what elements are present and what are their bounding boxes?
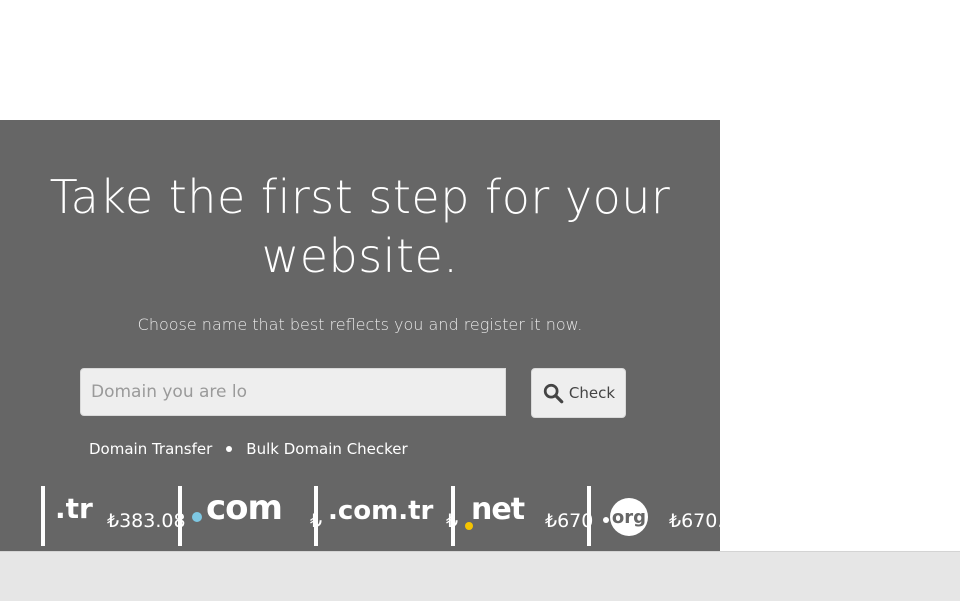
hero-title-line-1: Take the first step for your [49,170,671,224]
domain-search-hero: Take the first step for your website. Ch… [0,120,720,551]
hero-title: Take the first step for your website. [0,168,720,286]
hero-subtitle: Choose name that best reflects you and r… [137,315,583,334]
tld-logo-com: com [206,488,283,528]
check-button-label: Check [568,384,616,402]
tld-logo-comtr: .com.tr [328,496,434,526]
tld-price-org: ₺670.1 [669,510,720,532]
tld-item-com[interactable]: com ₺ [178,486,322,546]
domain-search-input[interactable] [80,368,506,416]
org-logo-icon: org [601,496,649,538]
tld-price-tr: ₺383.08 [107,510,186,532]
search-icon [542,382,564,404]
svg-text:org: org [612,507,646,528]
check-button[interactable]: Check [531,368,626,418]
separator-dot [226,446,233,452]
footer-bar [0,551,960,601]
domain-transfer-link[interactable]: Domain Transfer [89,440,212,458]
domain-links: Domain Transfer Bulk Domain Checker [89,440,408,458]
hero-title-line-2: website. [261,229,459,283]
tld-item-net[interactable]: net ₺670 [451,486,593,546]
tld-item-tr[interactable]: .tr ₺383.08 [41,486,186,546]
tld-logo-net: net [471,492,525,527]
tld-logo-tr: .tr [55,492,93,525]
tld-item-comtr[interactable]: .com.tr ₺ [314,486,458,546]
bulk-domain-checker-link[interactable]: Bulk Domain Checker [246,440,407,458]
com-dot-icon [192,512,202,522]
tld-item-org[interactable]: org ₺670.1 [587,486,720,546]
